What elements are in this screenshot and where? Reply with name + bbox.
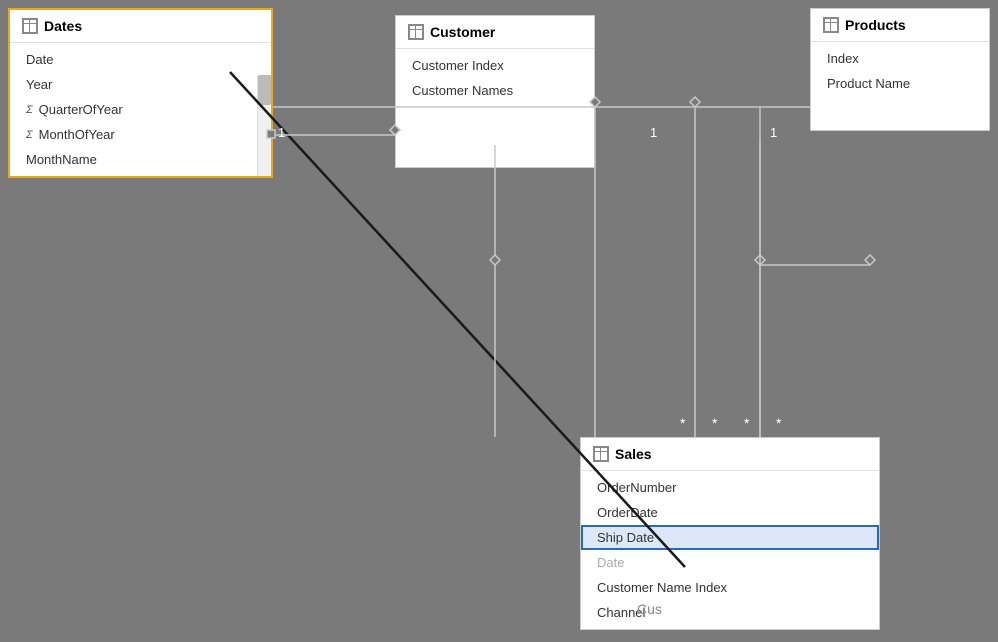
table-icon-dates bbox=[22, 18, 38, 34]
sales-title: Sales bbox=[615, 446, 652, 462]
table-icon-customer bbox=[408, 24, 424, 40]
table-row[interactable]: OrderDate bbox=[581, 500, 879, 525]
customer-table-header: Customer bbox=[396, 16, 594, 49]
field-year: Year bbox=[26, 77, 52, 92]
table-row[interactable]: Index bbox=[811, 46, 989, 71]
field-index: Index bbox=[827, 51, 859, 66]
field-ordernumber: OrderNumber bbox=[597, 480, 676, 495]
products-table-header: Products bbox=[811, 9, 989, 42]
products-table-body: Index Product Name bbox=[811, 42, 989, 130]
field-shipdate: Ship Date bbox=[597, 530, 654, 545]
label-1-dates: 1 bbox=[278, 125, 285, 140]
partial-cus-text: Cus bbox=[637, 601, 662, 617]
table-icon-products bbox=[823, 17, 839, 33]
table-row[interactable]: Product Name bbox=[811, 71, 989, 96]
table-row[interactable]: Date bbox=[581, 550, 879, 575]
field-date: Date bbox=[26, 52, 53, 67]
products-table[interactable]: Products Index Product Name bbox=[810, 8, 990, 131]
table-row[interactable]: Channel bbox=[581, 600, 879, 625]
star-label-4: * bbox=[776, 415, 781, 431]
table-row[interactable]: MonthName bbox=[10, 147, 271, 172]
sales-table-header: Sales bbox=[581, 438, 879, 471]
field-product-name: Product Name bbox=[827, 76, 910, 91]
field-date: Date bbox=[597, 555, 624, 570]
field-quarterofyear: QuarterOfYear bbox=[39, 102, 123, 117]
table-row[interactable]: Year bbox=[10, 72, 271, 97]
table-row[interactable]: Customer Index bbox=[396, 53, 594, 78]
customer-title: Customer bbox=[430, 24, 495, 40]
field-monthname: MonthName bbox=[26, 152, 97, 167]
sigma-icon: Σ bbox=[26, 104, 33, 116]
table-row[interactable]: Customer Names bbox=[396, 78, 594, 103]
dates-title: Dates bbox=[44, 18, 82, 34]
dates-table-header: Dates bbox=[10, 10, 271, 43]
sales-table[interactable]: Sales OrderNumber OrderDate Ship Date Da… bbox=[580, 437, 880, 630]
products-title: Products bbox=[845, 17, 906, 33]
star-label-1: * bbox=[680, 415, 685, 431]
sigma-icon: Σ bbox=[26, 129, 33, 141]
customer-table[interactable]: Customer Customer Index Customer Names bbox=[395, 15, 595, 168]
field-customer-names: Customer Names bbox=[412, 83, 513, 98]
field-customer-index: Customer Index bbox=[412, 58, 504, 73]
star-label-3: * bbox=[744, 415, 749, 431]
table-row[interactable]: Date bbox=[10, 47, 271, 72]
table-row[interactable]: Σ QuarterOfYear bbox=[10, 97, 271, 122]
dates-table[interactable]: Dates Date Year Σ QuarterOfYear Σ MonthO… bbox=[8, 8, 273, 178]
scrollbar[interactable] bbox=[257, 75, 271, 176]
table-icon-sales bbox=[593, 446, 609, 462]
field-monthofyear: MonthOfYear bbox=[39, 127, 115, 142]
table-row-highlighted[interactable]: Ship Date bbox=[581, 525, 879, 550]
sales-table-body: OrderNumber OrderDate Ship Date Date Cus… bbox=[581, 471, 879, 629]
customer-table-body: Customer Index Customer Names bbox=[396, 49, 594, 167]
star-label-2: * bbox=[712, 415, 717, 431]
label-1-customer-right: 1 bbox=[770, 125, 777, 140]
scroll-thumb[interactable] bbox=[258, 75, 271, 105]
table-row[interactable]: OrderNumber bbox=[581, 475, 879, 500]
table-row[interactable]: Customer Name Index bbox=[581, 575, 879, 600]
label-1-customer-left: 1 bbox=[650, 125, 657, 140]
field-customer-name-index: Customer Name Index bbox=[597, 580, 727, 595]
field-orderdate: OrderDate bbox=[597, 505, 658, 520]
table-row[interactable]: Σ MonthOfYear bbox=[10, 122, 271, 147]
dates-table-body: Date Year Σ QuarterOfYear Σ MonthOfYear … bbox=[10, 43, 271, 176]
